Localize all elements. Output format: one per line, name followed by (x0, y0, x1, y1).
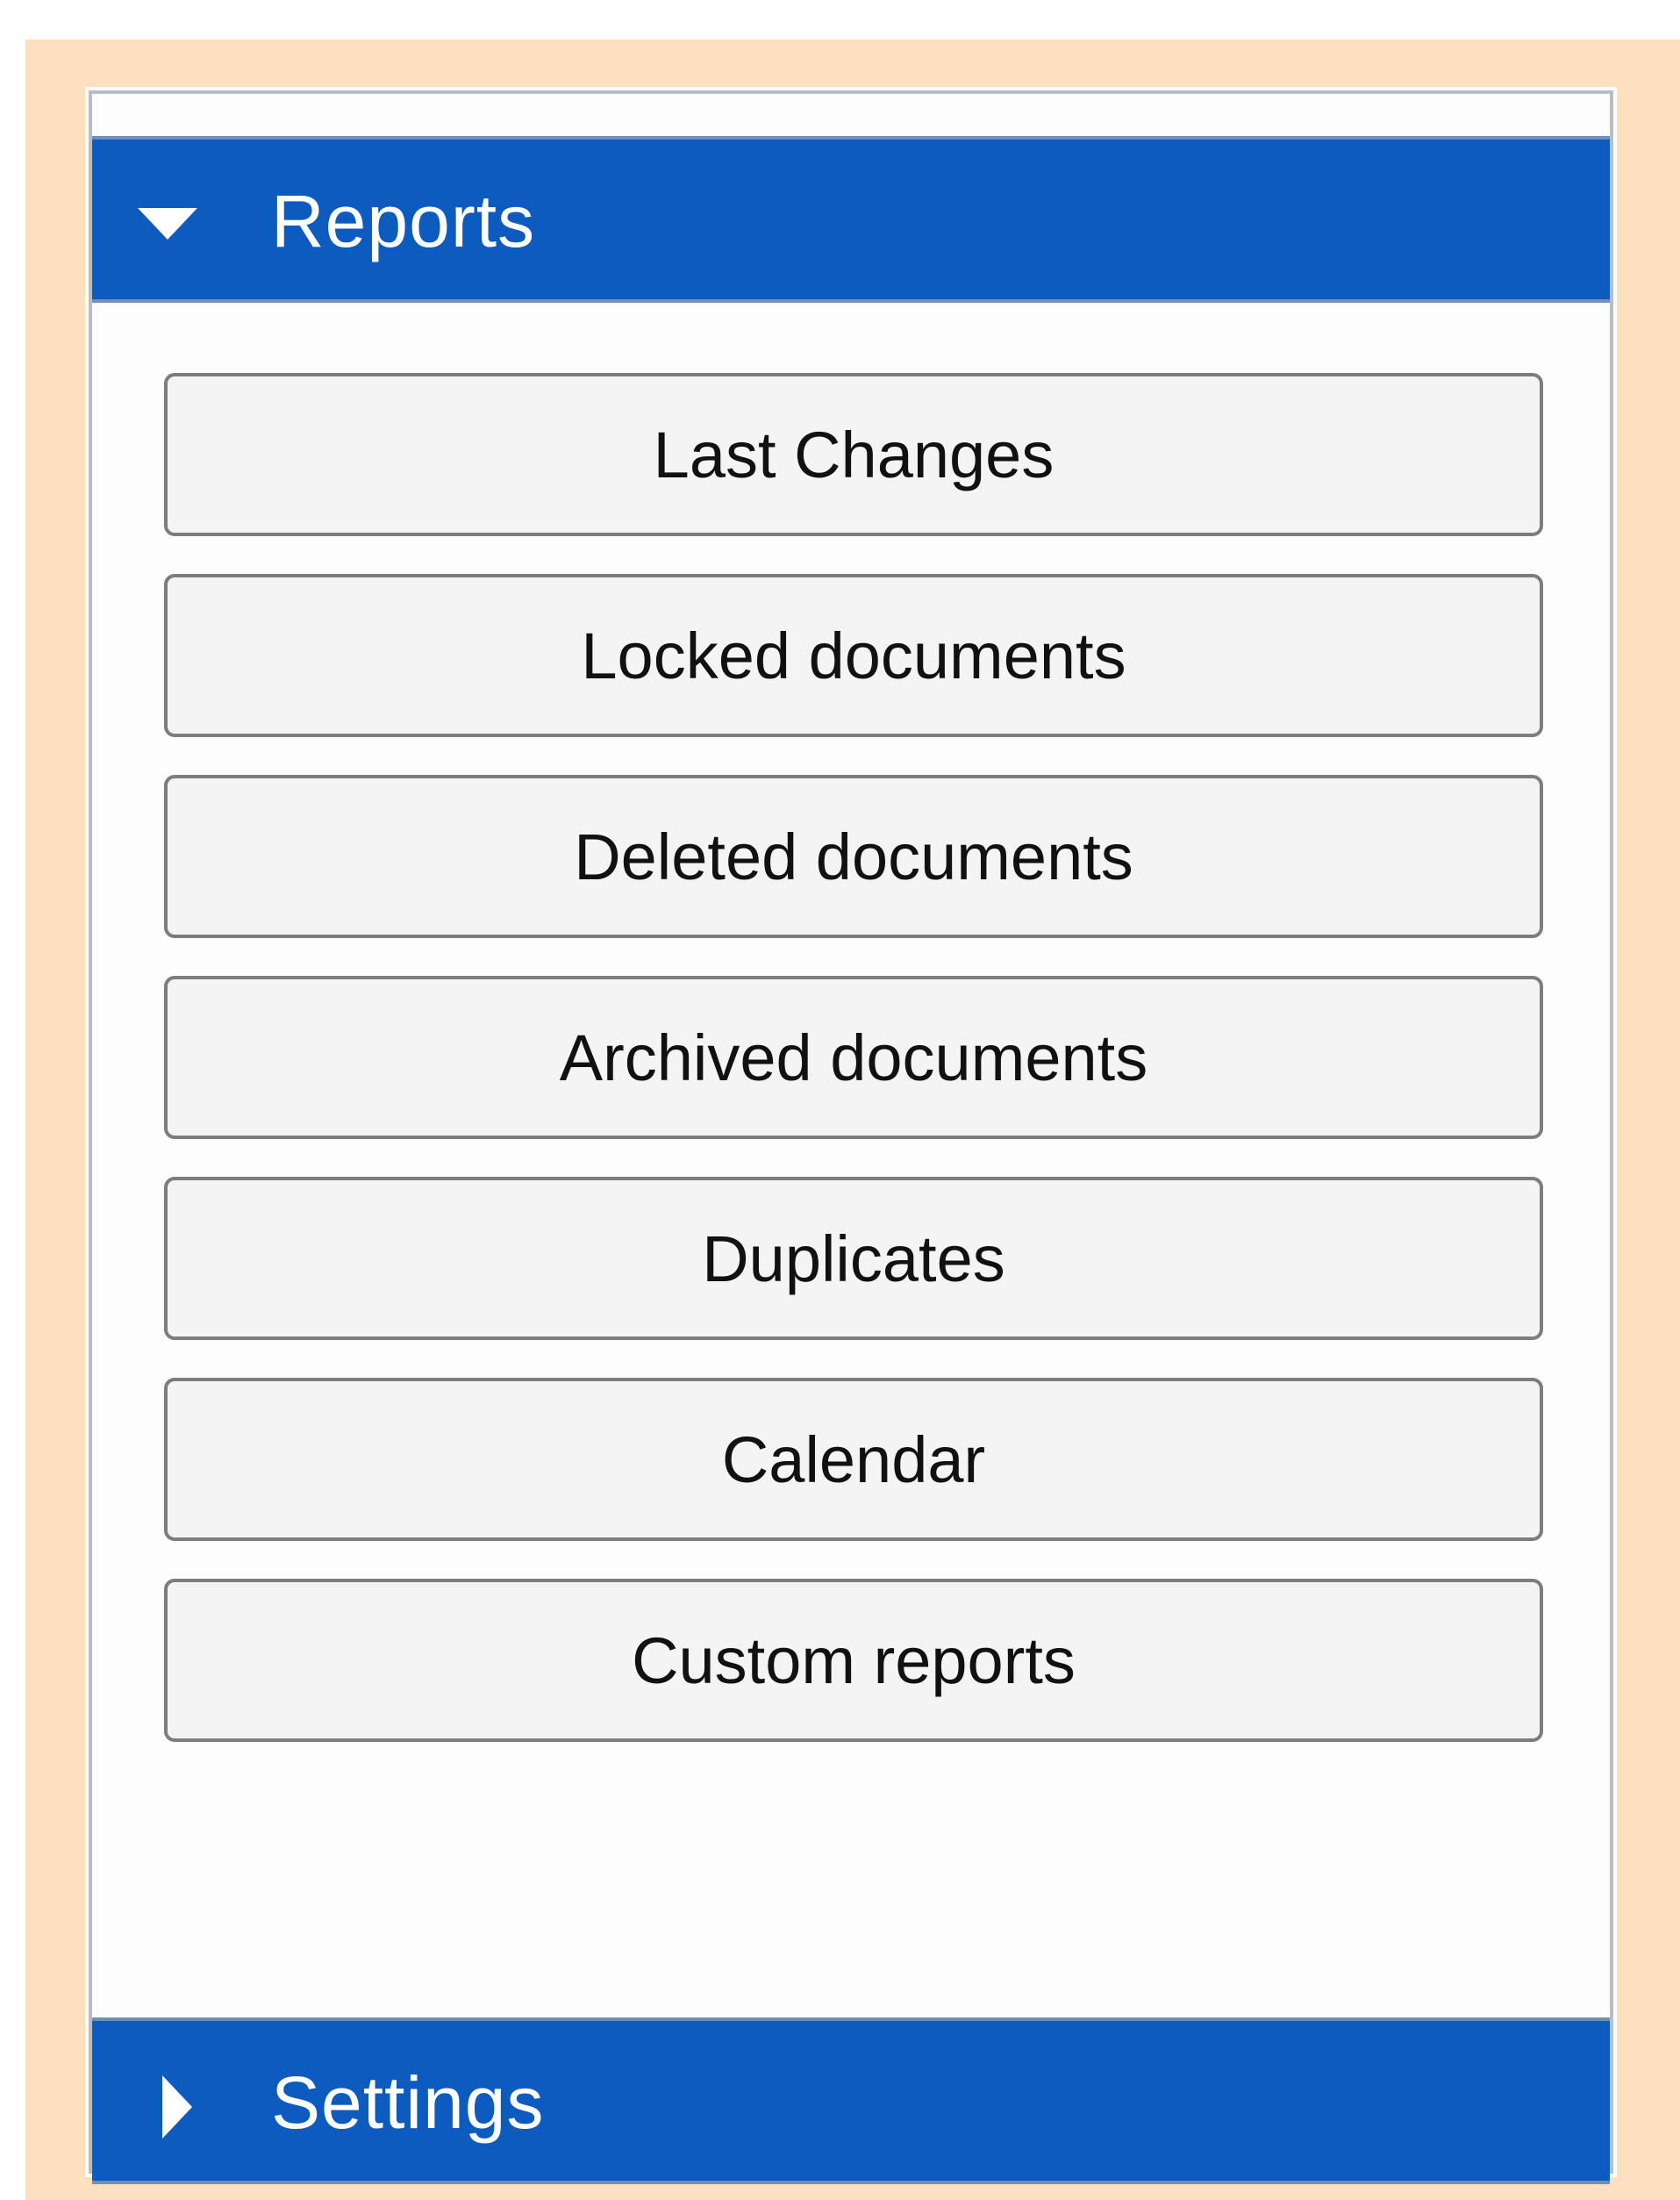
reports-button-list: Last Changes Locked documents Deleted do… (164, 373, 1543, 1780)
settings-header[interactable]: Settings (92, 2017, 1610, 2184)
calendar-button[interactable]: Calendar (164, 1378, 1543, 1541)
report-panel: Reports Last Changes Locked documents De… (89, 90, 1613, 2184)
duplicates-button[interactable]: Duplicates (164, 1177, 1543, 1340)
archived-documents-button[interactable]: Archived documents (164, 976, 1543, 1139)
reports-header[interactable]: Reports (92, 136, 1610, 303)
caret-right-icon[interactable] (162, 2075, 192, 2139)
caret-down-icon[interactable] (138, 208, 197, 240)
reports-title: Reports (271, 180, 536, 262)
custom-reports-button[interactable]: Custom reports (164, 1579, 1543, 1742)
last-changes-button[interactable]: Last Changes (164, 373, 1543, 536)
locked-documents-button[interactable]: Locked documents (164, 574, 1543, 737)
sidebar-background: Reports Last Changes Locked documents De… (25, 39, 1680, 2200)
settings-title: Settings (271, 2061, 545, 2144)
deleted-documents-button[interactable]: Deleted documents (164, 775, 1543, 938)
